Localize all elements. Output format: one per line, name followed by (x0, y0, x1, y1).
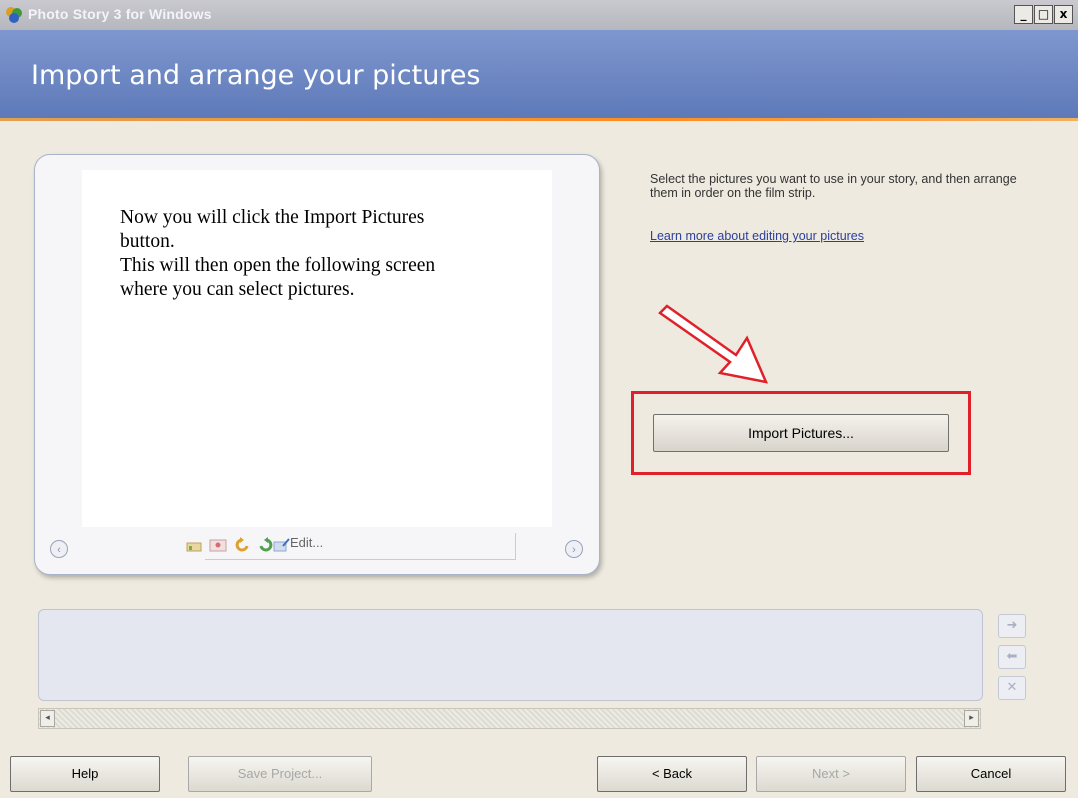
move-right-button[interactable]: ➜ (998, 614, 1026, 638)
maximize-button[interactable]: □ (1034, 5, 1053, 24)
page-title: Import and arrange your pictures (31, 60, 481, 91)
annotation-text: Now you will click the Import Pictures b… (120, 206, 480, 302)
cancel-button[interactable]: Cancel (916, 756, 1066, 792)
annotation-line-2: This will then open the following screen… (120, 255, 436, 300)
instructions-text: Select the pictures you want to use in y… (650, 172, 1017, 200)
minimize-button[interactable]: _ (1014, 5, 1033, 24)
close-button[interactable]: x (1054, 5, 1073, 24)
header-divider (0, 118, 1078, 121)
pointer-arrow-icon (658, 304, 769, 384)
annotation-line-1: Now you will click the Import Pictures b… (120, 207, 425, 252)
edit-icon[interactable] (273, 537, 291, 553)
help-button[interactable]: Help (10, 756, 160, 792)
learn-more-link[interactable]: Learn more about editing your pictures (650, 229, 864, 243)
film-strip-scrollbar[interactable]: ◂ ▸ (38, 708, 981, 729)
next-button[interactable]: Next > (756, 756, 906, 792)
picture-preview-area: Now you will click the Import Pictures b… (82, 170, 552, 527)
remove-red-eye-icon[interactable] (209, 537, 227, 553)
window-title: Photo Story 3 for Windows (28, 6, 212, 22)
remove-picture-button[interactable]: ✕ (998, 676, 1026, 700)
title-bar: Photo Story 3 for Windows _ □ x (0, 0, 1078, 30)
move-left-button[interactable]: ⬅ (998, 645, 1026, 669)
rotate-left-icon[interactable] (233, 537, 251, 553)
next-picture-button[interactable]: › (565, 540, 583, 558)
page-header: Import and arrange your pictures (0, 30, 1078, 119)
scroll-left-button[interactable]: ◂ (40, 710, 55, 727)
auto-fix-icon[interactable] (185, 537, 203, 553)
film-strip[interactable] (38, 609, 983, 701)
previous-picture-button[interactable]: ‹ (50, 540, 68, 558)
picture-toolbar: Edit... (186, 533, 516, 560)
edit-button[interactable]: Edit... (290, 535, 323, 550)
import-pictures-button[interactable]: Import Pictures... (653, 414, 949, 452)
photo-story-app-icon (6, 7, 22, 23)
back-button[interactable]: < Back (597, 756, 747, 792)
save-project-button[interactable]: Save Project... (188, 756, 372, 792)
scroll-right-button[interactable]: ▸ (964, 710, 979, 727)
preview-panel: Now you will click the Import Pictures b… (34, 154, 600, 575)
